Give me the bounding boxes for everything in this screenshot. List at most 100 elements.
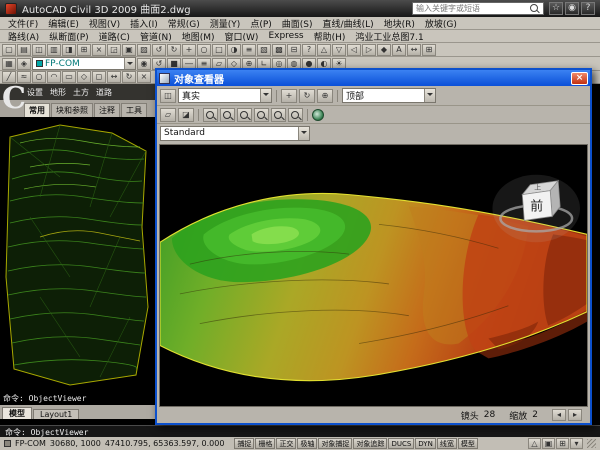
status-toggle-button[interactable]: DYN xyxy=(415,438,436,449)
match-properties-icon[interactable]: ▨ xyxy=(137,44,151,56)
status-toggle-button[interactable]: DUCS xyxy=(388,438,414,449)
search-icon[interactable] xyxy=(529,3,540,14)
menu-item[interactable]: 鸿业工业总图7.1 xyxy=(350,30,428,43)
layout-tab[interactable]: Layout1 xyxy=(33,409,79,419)
status-toggle-button[interactable]: 线宽 xyxy=(437,438,457,449)
toolspace-tab[interactable]: 土方 xyxy=(70,87,92,98)
chevron-down-icon[interactable] xyxy=(298,127,309,140)
menu-item[interactable]: Express xyxy=(263,31,308,41)
toolspace-tab[interactable]: 设置 xyxy=(24,87,46,98)
tray-settings-icon[interactable]: ▾ xyxy=(570,438,583,449)
dimension-icon[interactable]: ↔ xyxy=(407,44,421,56)
menu-item[interactable]: 测量(Y) xyxy=(205,17,246,30)
pan-icon[interactable]: + xyxy=(182,44,196,56)
sheet-set-manager-icon[interactable]: ▧ xyxy=(257,44,271,56)
zoom-extents-icon[interactable] xyxy=(271,108,286,122)
chevron-down-icon[interactable] xyxy=(424,89,435,102)
copy-icon[interactable]: ◲ xyxy=(107,44,121,56)
menu-item[interactable]: 点(P) xyxy=(245,17,276,30)
redo-icon[interactable]: ↻ xyxy=(167,44,181,56)
save-icon[interactable]: ◫ xyxy=(32,44,46,56)
publish-icon[interactable]: ⊞ xyxy=(77,44,91,56)
resize-grip[interactable] xyxy=(587,439,596,448)
ribbon-tab[interactable]: 块和参照 xyxy=(51,103,93,117)
paste-icon[interactable]: ▣ xyxy=(122,44,136,56)
menu-item[interactable]: 道路(C) xyxy=(94,30,135,43)
menu-item[interactable]: 编辑(E) xyxy=(43,17,84,30)
menu-item[interactable]: 地块(R) xyxy=(379,17,420,30)
plot-icon[interactable]: ▥ xyxy=(47,44,61,56)
clean-screen-icon[interactable]: ⊞ xyxy=(556,438,569,449)
menu-item[interactable]: 文件(F) xyxy=(3,17,43,30)
orbit-icon[interactable]: ↻ xyxy=(299,89,315,103)
menu-item[interactable]: 帮助(H) xyxy=(309,30,351,43)
menu-item[interactable]: 常规(G) xyxy=(163,17,205,30)
close-button[interactable]: × xyxy=(571,72,588,85)
trim-icon[interactable]: × xyxy=(137,71,151,83)
next-view-icon[interactable]: ▸ xyxy=(568,409,582,421)
layer-states-icon[interactable]: ◈ xyxy=(17,58,31,70)
menu-item[interactable]: 曲面(S) xyxy=(277,17,318,30)
3d-orbit-sphere-icon[interactable] xyxy=(312,109,324,121)
zoom-out-icon[interactable] xyxy=(254,108,269,122)
toolbar-lock-icon[interactable]: ▣ xyxy=(542,438,555,449)
zoom-window-icon[interactable] xyxy=(220,108,235,122)
rotate-icon[interactable]: ↻ xyxy=(122,71,136,83)
perspective-projection-icon[interactable]: ◪ xyxy=(178,108,194,122)
status-toggle-button[interactable]: 栅格 xyxy=(255,438,275,449)
menu-item[interactable]: 纵断面(P) xyxy=(44,30,93,43)
arc-icon[interactable]: ◠ xyxy=(47,71,61,83)
table-icon[interactable]: ⊞ xyxy=(422,44,436,56)
status-toggle-button[interactable]: 捕捉 xyxy=(234,438,254,449)
menu-item[interactable]: 窗口(W) xyxy=(220,30,264,43)
qnew-icon[interactable]: ▢ xyxy=(2,44,16,56)
zoom-realtime-icon[interactable] xyxy=(203,108,218,122)
viewcube-front-label[interactable]: 前 xyxy=(530,199,543,215)
make-current-layer-icon[interactable]: ◉ xyxy=(137,58,151,70)
plot-preview-icon[interactable]: ◨ xyxy=(62,44,76,56)
infocenter-search-input[interactable]: 输入关键字或短语 xyxy=(412,2,544,15)
zoom-window-icon[interactable]: □ xyxy=(212,44,226,56)
move-icon[interactable]: ↔ xyxy=(107,71,121,83)
zoom-extents-icon[interactable]: ⊕ xyxy=(317,89,333,103)
zoom-realtime-icon[interactable]: ○ xyxy=(197,44,211,56)
properties-icon[interactable]: ≡ xyxy=(242,44,256,56)
menu-item[interactable]: 路线(A) xyxy=(3,30,44,43)
menu-item[interactable]: 地图(M) xyxy=(177,30,220,43)
text-icon[interactable]: A xyxy=(392,44,406,56)
list-icon[interactable]: ◁ xyxy=(347,44,361,56)
hatch-icon[interactable]: ◆ xyxy=(377,44,391,56)
toolspace-tab[interactable]: 地形 xyxy=(47,87,69,98)
chevron-down-icon[interactable] xyxy=(260,89,271,102)
toolspace-tab[interactable]: 道路 xyxy=(93,87,115,98)
app-icon[interactable] xyxy=(5,3,17,15)
status-toggle-button[interactable]: 正交 xyxy=(276,438,296,449)
status-toggle-button[interactable]: 对象追踪 xyxy=(353,438,387,449)
menu-item[interactable]: 直线/曲线(L) xyxy=(318,17,379,30)
view-direction-combo[interactable]: 顶部 xyxy=(342,88,436,103)
zoom-previous-icon[interactable]: ◑ xyxy=(227,44,241,56)
zoom-in-icon[interactable] xyxy=(237,108,252,122)
chevron-down-icon[interactable] xyxy=(124,58,135,69)
menu-item[interactable]: 插入(I) xyxy=(125,17,163,30)
command-line[interactable]: 命令: ObjectViewer xyxy=(0,425,600,437)
layer-properties-icon[interactable]: ▦ xyxy=(2,58,16,70)
menu-item[interactable]: 管道(N) xyxy=(135,30,177,43)
viewcube-top-label[interactable]: 上 xyxy=(534,183,541,192)
open-icon[interactable]: ▤ xyxy=(17,44,31,56)
viewer-3d-viewport[interactable]: 前 上 xyxy=(159,144,588,407)
measure-icon[interactable]: △ xyxy=(317,44,331,56)
favorites-star-icon[interactable]: ☆ xyxy=(549,2,563,15)
ribbon-tab[interactable]: 常用 xyxy=(24,103,50,117)
named-view-combo[interactable]: Standard xyxy=(160,126,310,141)
visual-style-combo[interactable]: 真实 xyxy=(178,88,272,103)
quickcalc-icon[interactable]: ⊟ xyxy=(287,44,301,56)
help-icon[interactable]: ? xyxy=(581,2,595,15)
markup-manager-icon[interactable]: ▩ xyxy=(272,44,286,56)
previous-view-icon[interactable]: ◂ xyxy=(552,409,566,421)
help-icon[interactable]: ? xyxy=(302,44,316,56)
status-toggle-button[interactable]: 极轴 xyxy=(297,438,317,449)
ribbon-tab[interactable]: 注释 xyxy=(94,103,120,117)
pan-icon[interactable]: + xyxy=(281,89,297,103)
status-toggle-button[interactable]: 对象捕捉 xyxy=(318,438,352,449)
